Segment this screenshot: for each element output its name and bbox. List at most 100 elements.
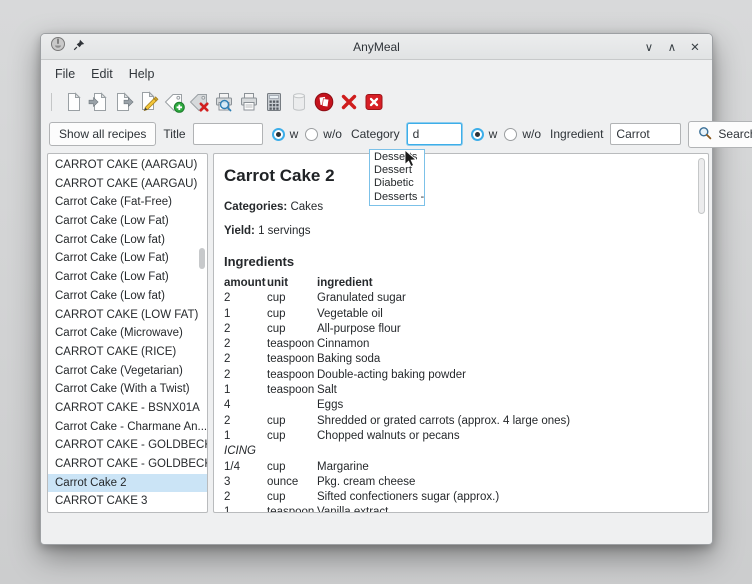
header-ingredient: ingredient [317,276,692,291]
ingredient-amount: 2 [224,337,267,352]
category-with-radio[interactable] [471,128,484,141]
ingredients-rows: 2 cup Granulated sugar 1 cup Vegetable o… [224,291,692,513]
ingredient-input[interactable] [610,123,681,145]
recipe-title: Carrot Cake 2 [224,166,692,186]
recipe-list-item[interactable]: CARROT CAKE - GOLDBECK [48,455,207,474]
ingredient-row: 2 cup Shredded or grated carrots (approx… [224,414,692,429]
ingredient-name: Eggs [317,398,692,413]
recipe-list-item[interactable]: Carrot Cake (With a Twist) [48,380,207,399]
search-button-label: Search [718,127,752,141]
maximize-button[interactable]: ∧ [664,39,680,55]
ingredient-unit: teaspoon [267,352,317,367]
category-input[interactable] [407,123,462,145]
add-category-button[interactable] [161,89,186,115]
ingredient-name: Chopped walnuts or pecans [317,429,692,444]
export-recipes-icon-button[interactable] [111,89,136,115]
ingredient-row: 4 Eggs [224,398,692,413]
remove-category-button[interactable] [186,89,211,115]
yield-label: Yield: [224,225,255,237]
recipe-list-item[interactable]: Carrot Cake (Low Fat) [48,268,207,287]
app-icon[interactable] [50,36,66,57]
ingredient-amount: 1 [224,429,267,444]
ingredient-row: 1/4 cup Margarine [224,460,692,475]
recipe-list-item[interactable]: CARROT CAKE (AARGAU) [48,175,207,194]
recipe-list-item[interactable]: Carrot Cake (Low fat) [48,231,207,250]
toolbar [41,86,712,118]
recipe-list-item[interactable]: Carrot Cake (Low fat) [48,287,207,306]
category-suggestion[interactable]: Diabetic [370,177,424,190]
recipe-list-item[interactable]: CARROT CAKE (RICE) [48,343,207,362]
recipe-list-item[interactable]: CARROT CAKE 3 [48,492,207,511]
close-button[interactable]: ✕ [687,39,703,55]
new-recipe-button[interactable] [61,89,86,115]
recipe-detail: Carrot Cake 2 Categories: Cakes Yield: 1… [213,153,709,513]
title-label: Title [163,127,185,141]
ingredient-name: Baking soda [317,352,692,367]
ingredient-name: All-purpose flour [317,322,692,337]
recipe-list-item[interactable]: Carrot Cake (Low Fat) [48,249,207,268]
ingredient-name: Vegetable oil [317,307,692,322]
ingredient-unit: teaspoon [267,337,317,352]
recipe-list-scrollbar[interactable] [199,248,205,269]
ingredient-row: 2 teaspoon Double-acting baking powder [224,368,692,383]
minimize-button[interactable]: ∨ [641,39,657,55]
ingredient-amount: 2 [224,322,267,337]
header-amount: amount [224,276,267,291]
ingredient-unit: cup [267,322,317,337]
recipe-list-item[interactable]: Carrot Cake (Fat-Free) [48,193,207,212]
ingredient-amount: 4 [224,398,267,413]
window-title: AnyMeal [41,40,712,54]
header-unit: unit [267,276,317,291]
recipe-categories-line: Categories: Cakes [224,201,692,213]
import-recipes-icon-button[interactable] [86,89,111,115]
recipe-list-item[interactable]: Carrot Cake 2 [48,474,207,493]
category-without-radio[interactable] [504,128,517,141]
delete-recipe-button[interactable] [336,89,361,115]
recipe-list-item[interactable]: CARROT CAKE - BSNX01A [48,399,207,418]
ingredient-row: 2 teaspoon Baking soda [224,352,692,367]
convert-units-button[interactable] [261,89,286,115]
anymeal-window: AnyMeal ∨ ∧ ✕ FileEditHelp [40,33,713,545]
title-with-radio[interactable] [272,128,285,141]
quit-button[interactable] [361,89,386,115]
title-without-radio[interactable] [305,128,318,141]
delete-database-button[interactable] [311,89,336,115]
recipe-list-item[interactable]: CARROT CAKE (AARGAU) [48,156,207,175]
ingredient-unit: cup [267,429,317,444]
recipe-list-item[interactable]: Carrot Cake - Charmane An... [48,418,207,437]
recipe-list-item[interactable]: CARROT CAKE (LOW FAT) [48,306,207,325]
ingredient-name: Cinnamon [317,337,692,352]
pin-icon[interactable] [73,38,85,56]
ingredient-amount: 1 [224,307,267,322]
edit-recipe-button[interactable] [136,89,161,115]
ingredient-amount: 3 [224,475,267,490]
menu-item[interactable]: File [47,64,83,84]
recipe-list-item[interactable]: Carrot Cake (Low Fat) [48,212,207,231]
menu-item[interactable]: Help [121,64,163,84]
titlebar[interactable]: AnyMeal ∨ ∧ ✕ [41,34,712,60]
ingredient-row: 1 teaspoon Vanilla extract [224,505,692,513]
title-input[interactable] [193,123,263,145]
ingredient-row: 1 teaspoon Salt [224,383,692,398]
ingredient-amount: 2 [224,291,267,306]
search-button[interactable]: Search [688,121,752,148]
recipe-list: CARROT CAKE (AARGAU)CARROT CAKE (AARGAU)… [47,153,208,513]
ingredient-row: 1 cup Chopped walnuts or pecans [224,429,692,444]
print-recipe-button[interactable] [236,89,261,115]
ingredient-amount: 1/4 [224,460,267,475]
ingredient-unit: cup [267,414,317,429]
show-all-recipes-button[interactable]: Show all recipes [49,122,156,146]
ingredient-name: Double-acting baking powder [317,368,692,383]
ingredient-label: Ingredient [550,127,603,141]
recipe-detail-scrollbar[interactable] [698,158,705,214]
category-suggestion[interactable]: Desserts - [370,191,424,204]
recipe-list-item[interactable]: Carrot Cake (Microwave) [48,324,207,343]
ingredient-amount: 2 [224,490,267,505]
toolbar-drag-handle[interactable] [51,93,54,111]
ingredient-name: Margarine [317,460,692,475]
recipe-list-item[interactable]: Carrot Cake (Vegetarian) [48,362,207,381]
print-preview-button[interactable] [211,89,236,115]
recipe-list-item[interactable]: CARROT CAKE - GOLDBECK [48,436,207,455]
trash-icon-button[interactable] [286,89,311,115]
menu-item[interactable]: Edit [83,64,121,84]
